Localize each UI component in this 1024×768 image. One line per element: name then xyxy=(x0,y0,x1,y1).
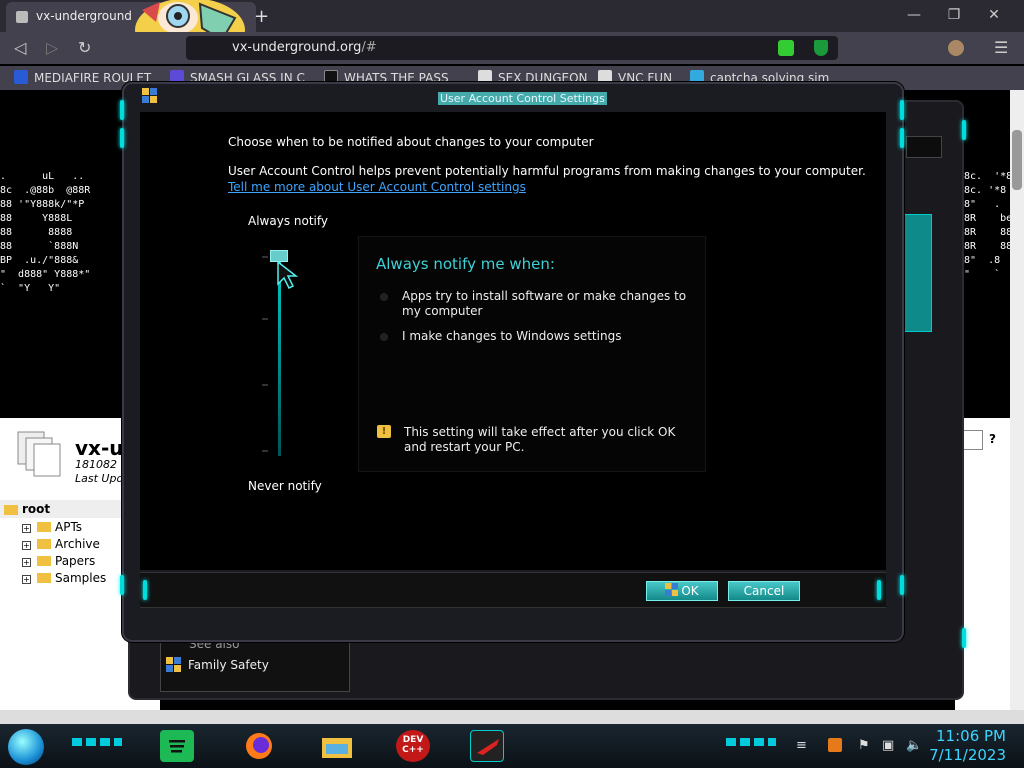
frame-glow xyxy=(900,100,904,120)
show-hidden-icons-icon[interactable]: ≡ xyxy=(796,738,807,753)
forward-icon[interactable]: ▷ xyxy=(46,38,58,57)
back-icon[interactable]: ◁ xyxy=(14,38,26,57)
clock-date: 7/11/2023 xyxy=(929,746,1006,764)
ok-button[interactable]: OK xyxy=(646,581,718,601)
expand-icon[interactable]: + xyxy=(22,575,31,584)
tree-item-archive[interactable]: + Archive xyxy=(22,537,100,551)
uac-shield-icon xyxy=(142,88,157,103)
folder-icon xyxy=(37,556,51,566)
tree-item-label: Samples xyxy=(55,571,107,585)
start-button[interactable] xyxy=(8,729,44,765)
tree-item-label: Papers xyxy=(55,554,96,568)
bullet-icon xyxy=(380,293,388,301)
frame-glow xyxy=(120,575,124,595)
bullet-icon xyxy=(380,333,388,341)
slider-tick xyxy=(262,318,268,320)
url-path: /# xyxy=(361,40,377,55)
expand-icon[interactable]: + xyxy=(22,541,31,550)
uac-window-title: User Account Control Settings xyxy=(438,92,607,105)
spotify-icon[interactable] xyxy=(160,730,194,762)
tree-item-apts[interactable]: + APTs xyxy=(22,520,82,534)
uac-taskbar-button[interactable] xyxy=(470,730,504,762)
folder-icon xyxy=(37,539,51,549)
devcpp-icon[interactable]: DEV C++ xyxy=(396,730,430,762)
warning-icon: ! xyxy=(377,425,391,438)
system-clock[interactable]: 11:06 PM 7/11/2023 xyxy=(929,727,1006,765)
frame-glow xyxy=(900,575,904,595)
action-center-flag-icon[interactable]: ⚑ xyxy=(858,738,870,753)
expand-icon[interactable]: + xyxy=(22,558,31,567)
slider-bottom-label: Never notify xyxy=(248,479,322,493)
folder-icon xyxy=(37,573,51,583)
cancel-button[interactable]: Cancel xyxy=(728,581,800,601)
slider-top-label: Always notify xyxy=(248,214,328,228)
page-horizontal-scrollbar[interactable] xyxy=(0,710,1024,724)
network-icon[interactable]: ▣ xyxy=(882,738,894,753)
expand-icon[interactable]: + xyxy=(22,524,31,533)
tree-item-papers[interactable]: + Papers xyxy=(22,554,95,568)
frame-glow xyxy=(900,128,904,148)
maximize-button[interactable]: ❐ xyxy=(934,0,974,30)
ok-label: OK xyxy=(681,584,699,598)
notify-bullet-text: I make changes to Windows settings xyxy=(402,329,622,343)
minimize-button[interactable]: — xyxy=(894,0,934,30)
tree-root-label: root xyxy=(22,502,51,516)
control-panel-search[interactable] xyxy=(906,136,942,158)
taskbar xyxy=(0,724,1024,768)
scrollbar-thumb[interactable] xyxy=(1012,130,1022,190)
tree-item-samples[interactable]: + Samples xyxy=(22,571,106,585)
file-explorer-icon[interactable] xyxy=(320,730,354,762)
window-controls: — ❐ ✕ xyxy=(894,0,1024,30)
control-panel-scrollbar[interactable] xyxy=(900,214,932,332)
site-stats: 181082 f Last Upd xyxy=(75,458,124,486)
new-tab-button[interactable]: + xyxy=(254,6,269,27)
learn-more-link[interactable]: Tell me more about User Account Control … xyxy=(228,180,526,194)
clock-time: 11:06 PM xyxy=(936,727,1006,745)
uac-shield-icon xyxy=(665,583,679,596)
firefox-icon[interactable] xyxy=(242,730,276,762)
frame-glow xyxy=(877,580,881,600)
url-host: vx-underground.org xyxy=(232,40,362,55)
tree-item-label: Archive xyxy=(55,537,100,551)
folder-icon xyxy=(37,522,51,532)
folder-open-icon xyxy=(4,505,18,515)
search-box[interactable] xyxy=(961,430,983,450)
help-link[interactable]: ? xyxy=(989,432,996,446)
frame-glow xyxy=(143,580,147,600)
close-button[interactable]: ✕ xyxy=(974,0,1014,30)
file-count: 181082 f xyxy=(75,458,125,471)
tab-title: vx-underground xyxy=(36,9,132,23)
tree-item-label: APTs xyxy=(55,520,83,534)
frame-glow xyxy=(120,100,124,120)
notify-bullet-text: Apps try to install software or make cha… xyxy=(402,289,687,318)
frame-glow xyxy=(962,120,966,140)
tray-app-icon[interactable] xyxy=(828,738,842,752)
slider-tick xyxy=(262,256,268,258)
family-safety-icon xyxy=(166,657,181,672)
url-text: vx-underground.org/# xyxy=(232,40,377,55)
slider-tick xyxy=(262,384,268,386)
extension-shield-icon[interactable] xyxy=(814,40,828,56)
restart-warning-text: This setting will take effect after you … xyxy=(404,425,676,454)
ascii-art-left: . uL .. 8c .@88b @88R 88 '"Y888k/"*P 88 … xyxy=(0,171,91,294)
notify-info-title: Always notify me when: xyxy=(376,255,555,273)
uac-description: User Account Control helps prevent poten… xyxy=(228,164,866,178)
taskbar-decoration xyxy=(72,738,122,746)
family-safety-link[interactable]: Family Safety xyxy=(188,658,269,672)
menu-icon[interactable]: ☰ xyxy=(994,38,1008,57)
cursor-pointer-icon xyxy=(277,260,299,290)
frame-glow xyxy=(962,628,966,648)
profile-avatar[interactable] xyxy=(948,40,964,56)
site-favicon-icon xyxy=(16,11,28,23)
bookmark-icon xyxy=(14,70,28,84)
reload-icon[interactable]: ↻ xyxy=(78,38,91,57)
slider-tick xyxy=(262,450,268,452)
last-updated: Last Upd xyxy=(75,472,124,485)
volume-icon[interactable]: 🔈 xyxy=(906,738,922,753)
uac-heading: Choose when to be notified about changes… xyxy=(228,135,594,149)
extension-notes-icon[interactable] xyxy=(778,40,794,56)
taskbar-decoration xyxy=(726,738,776,746)
documents-icon xyxy=(17,431,61,477)
frame-glow xyxy=(120,128,124,148)
